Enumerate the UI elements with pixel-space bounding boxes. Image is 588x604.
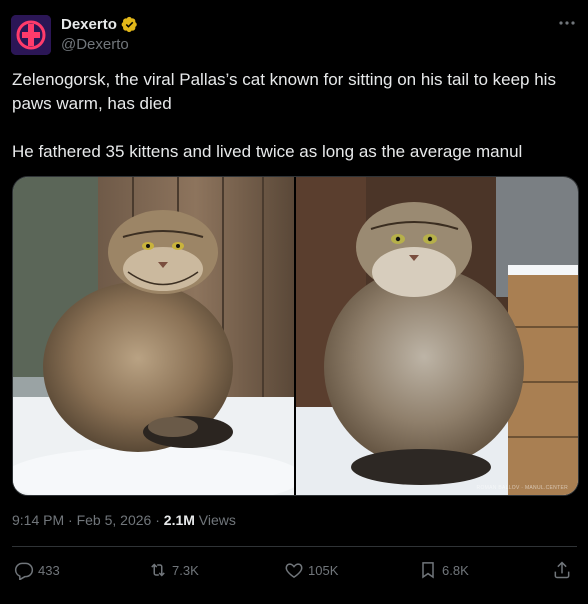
author-handle[interactable]: @Dexerto bbox=[61, 36, 129, 53]
tweet-header: Dexerto @Dexerto bbox=[11, 12, 577, 56]
tweet-time[interactable]: 9:14 PM bbox=[12, 512, 64, 528]
meta-separator: · bbox=[64, 512, 77, 528]
meta-separator: · bbox=[151, 512, 164, 528]
share-icon bbox=[554, 561, 570, 579]
divider bbox=[12, 546, 577, 547]
more-options-icon[interactable] bbox=[557, 16, 577, 30]
dexerto-logo-icon bbox=[11, 15, 51, 55]
tweet-paragraph-1: Zelenogorsk, the viral Pallas’s cat know… bbox=[12, 70, 556, 113]
tweet-paragraph-2: He fathered 35 kittens and lived twice a… bbox=[12, 142, 523, 161]
author-name[interactable]: Dexerto bbox=[61, 16, 117, 33]
like-button[interactable]: 105K bbox=[284, 560, 338, 580]
tweet-timestamp-views: 9:14 PM · Feb 5, 2026 · 2.1M Views bbox=[12, 512, 236, 528]
like-count: 105K bbox=[308, 562, 339, 578]
repost-button[interactable]: 7.3K bbox=[148, 560, 199, 580]
photo-pallas-cat-left[interactable] bbox=[13, 177, 296, 495]
tweet-actions-bar: 433 7.3K 105K 6.8K bbox=[12, 560, 578, 584]
tweet-date[interactable]: Feb 5, 2026 bbox=[77, 512, 152, 528]
photo-pallas-cat-right[interactable]: ROMAN BALLOV · MANUL.CENTER bbox=[296, 177, 578, 495]
views-count: 2.1M bbox=[163, 512, 195, 528]
reply-count: 433 bbox=[38, 562, 60, 578]
bookmark-count: 6.8K bbox=[442, 562, 469, 578]
reply-button[interactable]: 433 bbox=[14, 560, 60, 580]
repost-icon bbox=[151, 563, 165, 577]
repost-count: 7.3K bbox=[172, 562, 199, 578]
avatar[interactable] bbox=[11, 15, 51, 55]
heart-icon bbox=[285, 563, 303, 578]
share-button[interactable] bbox=[552, 560, 572, 580]
bookmark-button[interactable]: 6.8K bbox=[418, 560, 469, 580]
tweet-media[interactable]: ROMAN BALLOV · MANUL.CENTER bbox=[12, 176, 579, 496]
verified-badge-icon[interactable] bbox=[121, 16, 138, 33]
photo-credit: ROMAN BALLOV · MANUL.CENTER bbox=[476, 485, 568, 491]
bookmark-icon bbox=[422, 562, 434, 579]
reply-icon bbox=[14, 562, 34, 580]
views-label: Views bbox=[194, 512, 236, 528]
tweet-text: Zelenogorsk, the viral Pallas’s cat know… bbox=[12, 68, 578, 164]
